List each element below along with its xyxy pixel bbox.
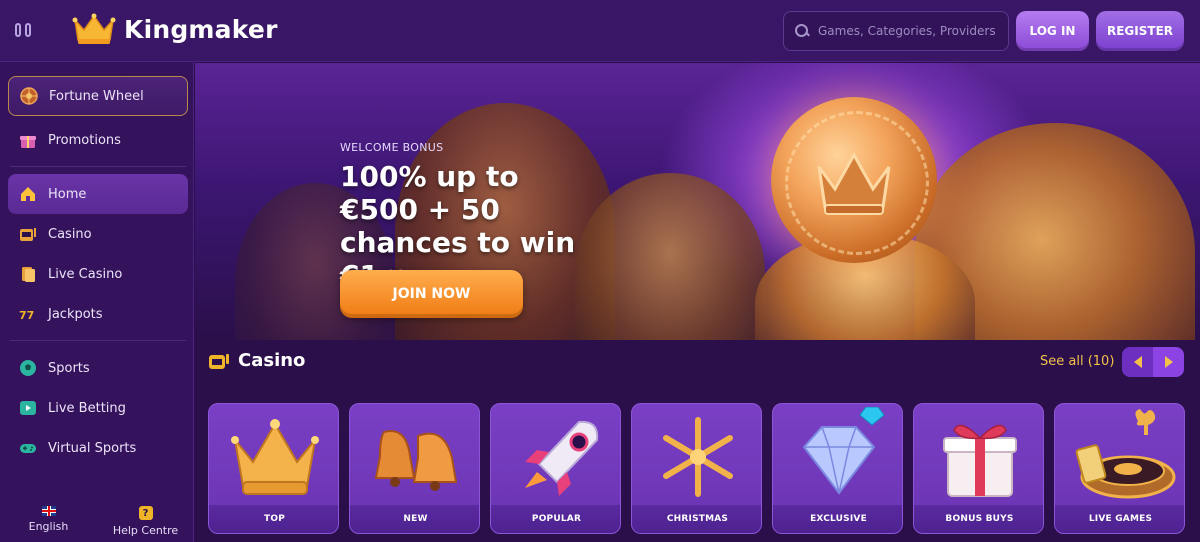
sidebar-footer: English ? Help Centre bbox=[0, 506, 194, 542]
chevron-right-icon bbox=[1164, 356, 1173, 368]
help-centre-link[interactable]: ? Help Centre bbox=[97, 506, 194, 542]
bells-icon bbox=[350, 404, 479, 509]
category-card-exclusive[interactable]: EXCLUSIVE bbox=[772, 403, 903, 534]
uk-flag-icon bbox=[41, 506, 56, 516]
sidebar-item-label: Fortune Wheel bbox=[49, 88, 144, 104]
crown-coin-icon bbox=[771, 97, 937, 263]
sidebar: Fortune Wheel Promotions Home Casino Liv… bbox=[0, 62, 194, 542]
sidebar-item-home[interactable]: Home bbox=[8, 174, 188, 214]
category-card-bonus-buys[interactable]: BONUS BUYS bbox=[913, 403, 1044, 534]
gift-box-icon bbox=[914, 404, 1043, 509]
category-card-popular[interactable]: POPULAR bbox=[490, 403, 621, 534]
diamond-icon bbox=[773, 404, 902, 509]
sidebar-item-live-betting[interactable]: Live Betting bbox=[8, 388, 188, 428]
welcome-bonus-banner[interactable]: WELCOME BONUS 100% up to €500 + 50 chanc… bbox=[195, 63, 1200, 340]
search-icon bbox=[794, 23, 810, 39]
join-now-button[interactable]: JOIN NOW bbox=[340, 270, 523, 318]
register-button[interactable]: REGISTER bbox=[1096, 11, 1184, 51]
svg-text:77: 77 bbox=[19, 309, 34, 322]
sidebar-item-virtual-sports[interactable]: Virtual Sports bbox=[8, 428, 188, 468]
category-card-christmas[interactable]: CHRISTMAS bbox=[631, 403, 762, 534]
sidebar-item-label: Sports bbox=[48, 360, 90, 376]
sidebar-item-label: Virtual Sports bbox=[48, 440, 137, 456]
fortune-wheel-icon bbox=[19, 86, 39, 106]
carousel-pager bbox=[1122, 347, 1184, 377]
snowflake-icon bbox=[632, 404, 761, 509]
slot-machine-icon bbox=[209, 353, 229, 369]
category-label: EXCLUSIVE bbox=[773, 505, 902, 533]
carousel-next-button[interactable] bbox=[1153, 347, 1184, 377]
sidebar-divider bbox=[10, 340, 186, 341]
chevron-left-icon bbox=[1133, 356, 1142, 368]
search-input[interactable] bbox=[818, 24, 998, 38]
search-box[interactable] bbox=[783, 11, 1009, 51]
category-label: NEW bbox=[350, 505, 479, 533]
sidebar-item-sports[interactable]: Sports bbox=[8, 348, 188, 388]
help-icon: ? bbox=[138, 506, 153, 520]
football-icon bbox=[18, 358, 38, 378]
category-label: CHRISTMAS bbox=[632, 505, 761, 533]
sidebar-item-jackpots[interactable]: 77 Jackpots bbox=[8, 294, 188, 334]
home-icon bbox=[18, 184, 38, 204]
top-header: Kingmaker LOG IN REGISTER bbox=[0, 0, 1200, 62]
live-play-icon bbox=[18, 398, 38, 418]
category-card-top[interactable]: TOP bbox=[208, 403, 339, 534]
language-selector[interactable]: English bbox=[0, 506, 97, 542]
category-label: POPULAR bbox=[491, 505, 620, 533]
category-card-new[interactable]: NEW bbox=[349, 403, 480, 534]
sidebar-item-label: Live Betting bbox=[48, 400, 126, 416]
category-label: TOP bbox=[209, 505, 338, 533]
gift-icon bbox=[18, 130, 38, 150]
casino-category-carousel: TOP NEW POPULAR CHRISTMAS EXCLUSIVE BONU… bbox=[208, 403, 1200, 542]
kingmaker-logo[interactable]: Kingmaker bbox=[72, 12, 278, 46]
logo-text: Kingmaker bbox=[124, 14, 278, 44]
roulette-icon bbox=[1055, 404, 1184, 509]
cards-icon bbox=[18, 264, 38, 284]
777-icon: 77 bbox=[18, 304, 38, 324]
section-title: Casino bbox=[238, 350, 306, 371]
category-label: LIVE GAMES bbox=[1055, 505, 1184, 533]
sidebar-item-label: Promotions bbox=[48, 132, 121, 148]
sidebar-item-label: Home bbox=[48, 186, 87, 202]
language-label: English bbox=[28, 520, 69, 533]
carousel-prev-button[interactable] bbox=[1122, 347, 1153, 377]
category-label: BONUS BUYS bbox=[914, 505, 1043, 533]
crown-logo-icon bbox=[72, 13, 116, 44]
sidebar-item-casino[interactable]: Casino bbox=[8, 214, 188, 254]
login-button[interactable]: LOG IN bbox=[1016, 11, 1089, 51]
sidebar-item-label: Casino bbox=[48, 226, 92, 242]
help-label: Help Centre bbox=[112, 524, 179, 537]
banner-eyebrow: WELCOME BONUS bbox=[340, 141, 444, 154]
sidebar-toggle-icon[interactable] bbox=[14, 20, 36, 40]
rocket-icon bbox=[491, 404, 620, 509]
casino-section-header: Casino bbox=[208, 350, 305, 371]
sidebar-item-label: Jackpots bbox=[48, 306, 103, 322]
crown-icon bbox=[209, 404, 338, 509]
slot-machine-icon bbox=[18, 224, 38, 244]
sidebar-item-live-casino[interactable]: Live Casino bbox=[8, 254, 188, 294]
see-all-link[interactable]: See all (10) bbox=[1040, 354, 1114, 369]
sidebar-item-label: Live Casino bbox=[48, 266, 123, 282]
category-card-live-games[interactable]: LIVE GAMES bbox=[1054, 403, 1185, 534]
sidebar-divider bbox=[10, 166, 186, 167]
sidebar-item-fortune-wheel[interactable]: Fortune Wheel bbox=[8, 76, 188, 116]
gamepad-icon bbox=[18, 438, 38, 458]
sidebar-item-promotions[interactable]: Promotions bbox=[8, 120, 188, 160]
